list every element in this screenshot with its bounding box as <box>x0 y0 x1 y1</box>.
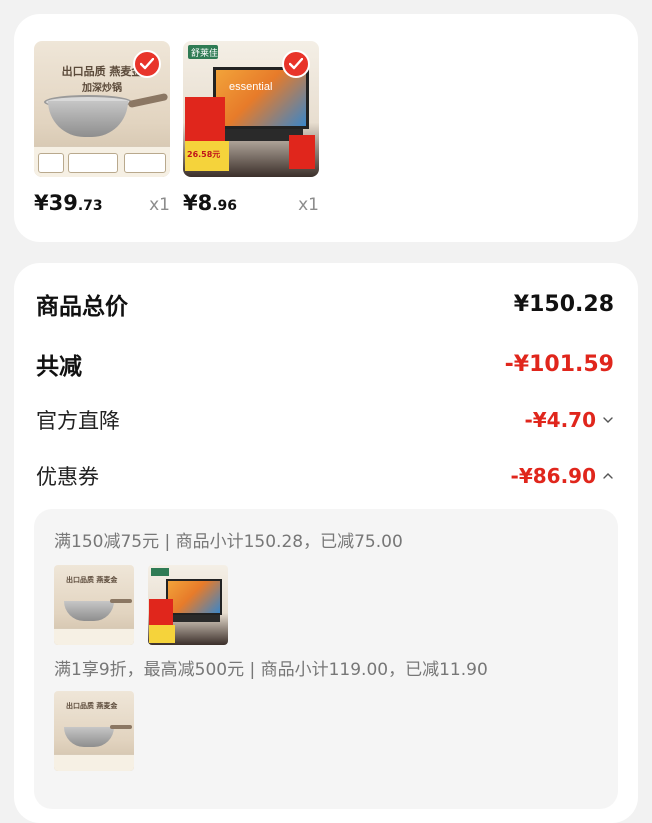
product-thumbnail[interactable]: 出口品质 燕麦金 加深炒锅 <box>34 41 170 177</box>
coupon-detail-text: 满150减75元 | 商品小计150.28，已减75.00 <box>54 532 403 552</box>
coupon-value[interactable]: -¥86.90 <box>511 464 614 488</box>
selected-check-icon[interactable] <box>282 50 310 78</box>
coupon-label: 优惠券 <box>36 465 99 489</box>
selected-check-icon[interactable] <box>133 50 161 78</box>
coupon-product-thumbnail: 出口品质 燕麦金 <box>54 565 134 645</box>
thumb-brand-text: 舒莱佳 <box>191 49 219 59</box>
product-thumbnail[interactable]: 舒莱佳 essential 26.58元 <box>183 41 319 177</box>
coupon-product-thumbnail <box>148 565 228 645</box>
thumb-text: essential <box>229 81 273 93</box>
chevron-up-icon[interactable] <box>602 470 614 482</box>
total-price-value: ¥150.28 <box>513 291 614 317</box>
total-price-row: 商品总价 ¥150.28 <box>36 287 614 321</box>
product-quantity: x1 <box>149 195 170 215</box>
product-list-card: 出口品质 燕麦金 加深炒锅 ¥39.73 x1 舒莱佳 essential 26… <box>14 14 638 242</box>
product-item-pan[interactable]: 出口品质 燕麦金 加深炒锅 ¥39.73 x1 <box>34 41 170 215</box>
total-discount-value: -¥101.59 <box>504 351 614 377</box>
thumb-price-text: 26.58元 <box>187 150 221 159</box>
product-quantity: x1 <box>298 195 319 215</box>
coupon-product-thumbnail: 出口品质 燕麦金 <box>54 691 134 771</box>
coupon-row[interactable]: 优惠券 -¥86.90 <box>36 461 614 491</box>
total-discount-row: 共减 -¥101.59 <box>36 347 614 381</box>
price-summary-card: 商品总价 ¥150.28 共减 -¥101.59 官方直降 -¥4.70 优惠券… <box>14 263 638 823</box>
product-item-monitor-stand[interactable]: 舒莱佳 essential 26.58元 ¥8.96 x1 <box>183 41 319 215</box>
total-price-label: 商品总价 <box>36 294 128 320</box>
official-discount-value[interactable]: -¥4.70 <box>524 408 614 432</box>
product-price: ¥8.96 <box>183 191 238 215</box>
coupon-details-panel: 满150减75元 | 商品小计150.28，已减75.00 出口品质 燕麦金 满… <box>34 509 618 809</box>
official-discount-row[interactable]: 官方直降 -¥4.70 <box>36 405 614 435</box>
product-price: ¥39.73 <box>34 191 103 215</box>
chevron-down-icon[interactable] <box>602 414 614 426</box>
thumb-text: 加深炒锅 <box>82 83 122 94</box>
coupon-detail-text: 满1享9折，最高减500元 | 商品小计119.00，已减11.90 <box>54 660 488 680</box>
official-discount-label: 官方直降 <box>36 409 120 433</box>
total-discount-label: 共减 <box>36 354 82 380</box>
